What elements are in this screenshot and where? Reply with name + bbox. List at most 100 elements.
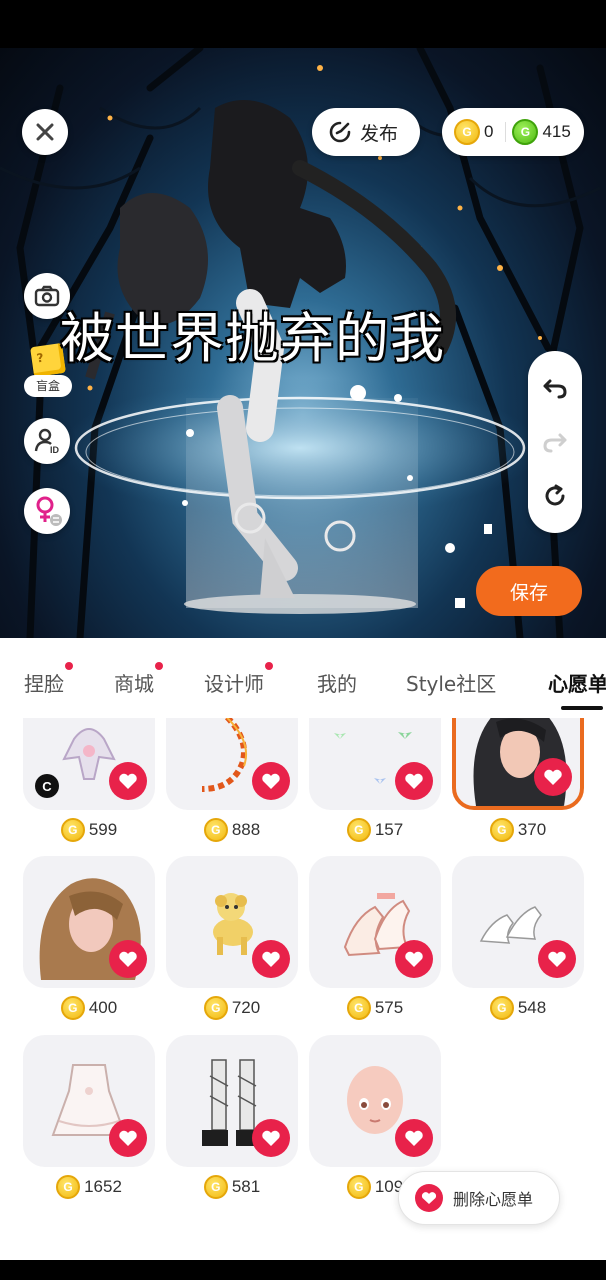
price-value: 157 xyxy=(374,820,404,839)
wishlist-item[interactable]: G 888 xyxy=(166,718,298,850)
heart-icon xyxy=(262,1130,280,1146)
save-button[interactable]: 保存 xyxy=(476,566,582,616)
tab-label: 商城 xyxy=(114,672,154,696)
item-price: G 548 xyxy=(452,988,584,1028)
wishlist-heart-button[interactable] xyxy=(395,1119,433,1157)
gold-coin-icon: G xyxy=(60,996,85,1020)
tab-style-community[interactable]: Style社区 xyxy=(406,668,496,697)
heart-icon xyxy=(405,773,423,789)
heart-icon xyxy=(415,1184,443,1212)
gold-coin-icon: G xyxy=(346,818,371,842)
wishlist-item[interactable]: G 581 xyxy=(166,1035,298,1207)
wishlist-heart-button[interactable] xyxy=(109,762,147,800)
wishlist-item[interactable]: G 720 xyxy=(166,856,298,1028)
item-thumbnail xyxy=(452,856,584,988)
app-root: 发布 G 0 G 415 ? 盲盒 ID 被世界抛弃的我 保存 捏脸 商城 设计… xyxy=(0,0,606,1280)
gold-coin-icon: G xyxy=(60,818,85,842)
close-icon xyxy=(36,123,54,141)
tab-wishlist[interactable]: 心愿单 xyxy=(548,668,606,697)
item-thumbnail xyxy=(309,856,441,988)
wishlist-item[interactable]: G 1652 xyxy=(23,1035,155,1207)
camera-icon xyxy=(34,285,60,307)
tab-shop[interactable]: 商城 xyxy=(114,662,163,697)
wishlist-heart-button[interactable] xyxy=(252,762,290,800)
price-value: 1652 xyxy=(84,1177,122,1196)
currency-divider xyxy=(505,122,507,142)
notification-dot xyxy=(265,662,273,670)
publish-icon xyxy=(329,121,351,143)
tab-mine[interactable]: 我的 xyxy=(317,668,357,697)
tab-label: Style社区 xyxy=(406,672,497,696)
wishlist-heart-button[interactable] xyxy=(109,1119,147,1157)
gold-coin-icon: G xyxy=(203,996,228,1020)
system-nav-bar xyxy=(0,1260,606,1280)
gender-switch-button[interactable] xyxy=(24,488,70,534)
item-price: G 581 xyxy=(166,1167,298,1207)
currency-balance[interactable]: G 0 G 415 xyxy=(442,108,584,156)
heart-icon xyxy=(119,951,137,967)
gold-coin-icon: G xyxy=(346,1175,371,1199)
item-thumbnail xyxy=(166,1035,298,1167)
avatar-scene[interactable]: 发布 G 0 G 415 ? 盲盒 ID 被世界抛弃的我 保存 xyxy=(0,48,606,638)
price-value: 888 xyxy=(231,820,261,839)
avatar-id-button[interactable]: ID xyxy=(24,418,70,464)
wishlist-heart-button[interactable] xyxy=(252,1119,290,1157)
close-button[interactable] xyxy=(22,109,68,155)
gold-coin-icon: G xyxy=(489,996,514,1020)
delete-wishlist-button[interactable]: 删除心愿单 xyxy=(398,1171,560,1225)
wishlist-heart-button[interactable] xyxy=(395,762,433,800)
item-price: G 720 xyxy=(166,988,298,1028)
publish-label: 发布 xyxy=(360,123,399,145)
gold-coin-icon: G xyxy=(489,818,514,842)
wishlist-item[interactable]: C G 599 xyxy=(23,718,155,850)
wishlist-heart-button[interactable] xyxy=(109,940,147,978)
green-coin-count: 415 xyxy=(542,122,571,141)
publish-button[interactable]: 发布 xyxy=(312,108,420,156)
item-thumbnail xyxy=(166,856,298,988)
wishlist-heart-button[interactable] xyxy=(538,940,576,978)
heart-icon xyxy=(262,951,280,967)
tab-label: 我的 xyxy=(317,672,357,696)
delete-wishlist-label: 删除心愿单 xyxy=(453,1190,534,1209)
creator-badge: C xyxy=(35,774,59,798)
gold-coin-count: 0 xyxy=(484,122,494,141)
item-price: G 1652 xyxy=(23,1167,155,1207)
wishlist-item[interactable]: G 575 xyxy=(309,856,441,1028)
reset-button[interactable] xyxy=(535,476,575,516)
item-thumbnail xyxy=(452,718,584,810)
price-value: 548 xyxy=(517,998,547,1017)
wishlist-heart-button[interactable] xyxy=(395,940,433,978)
wishlist-item[interactable]: G 370 xyxy=(452,718,584,850)
wishlist-heart-button[interactable] xyxy=(252,940,290,978)
item-price: G 575 xyxy=(309,988,441,1028)
gold-coin-icon: G xyxy=(203,1175,228,1199)
tab-face[interactable]: 捏脸 xyxy=(24,662,73,697)
price-value: 720 xyxy=(231,998,261,1017)
price-value: 599 xyxy=(88,820,118,839)
category-tabs: 捏脸 商城 设计师 我的 Style社区 心愿单 xyxy=(0,638,606,718)
redo-button[interactable] xyxy=(535,422,575,462)
wishlist-item[interactable]: G 400 xyxy=(23,856,155,1028)
user-id-icon: ID xyxy=(34,428,60,455)
item-price: G 599 xyxy=(23,810,155,850)
female-swap-icon xyxy=(36,496,62,526)
green-coin-icon: G xyxy=(512,119,539,145)
item-price: G 370 xyxy=(452,810,584,850)
item-thumbnail xyxy=(23,856,155,988)
price-value: 370 xyxy=(517,820,547,839)
item-price: G 157 xyxy=(309,810,441,850)
tab-label: 捏脸 xyxy=(24,672,64,696)
tab-designer[interactable]: 设计师 xyxy=(204,662,273,697)
wishlist-item[interactable]: G 548 xyxy=(452,856,584,1028)
outfit-title: 被世界抛弃的我 xyxy=(60,307,445,370)
notification-dot xyxy=(155,662,163,670)
wishlist-item[interactable]: G 157 xyxy=(309,718,441,850)
gold-coin-icon: G xyxy=(56,1175,81,1199)
heart-icon xyxy=(405,951,423,967)
wishlist-heart-button[interactable] xyxy=(534,758,572,796)
gold-coin-icon: G xyxy=(346,996,371,1020)
item-price: G 400 xyxy=(23,988,155,1028)
wardrobe-panel: 捏脸 商城 设计师 我的 Style社区 心愿单 C G 599 G 888 G… xyxy=(0,638,606,1280)
item-thumbnail: C xyxy=(23,718,155,810)
undo-button[interactable] xyxy=(535,368,575,408)
